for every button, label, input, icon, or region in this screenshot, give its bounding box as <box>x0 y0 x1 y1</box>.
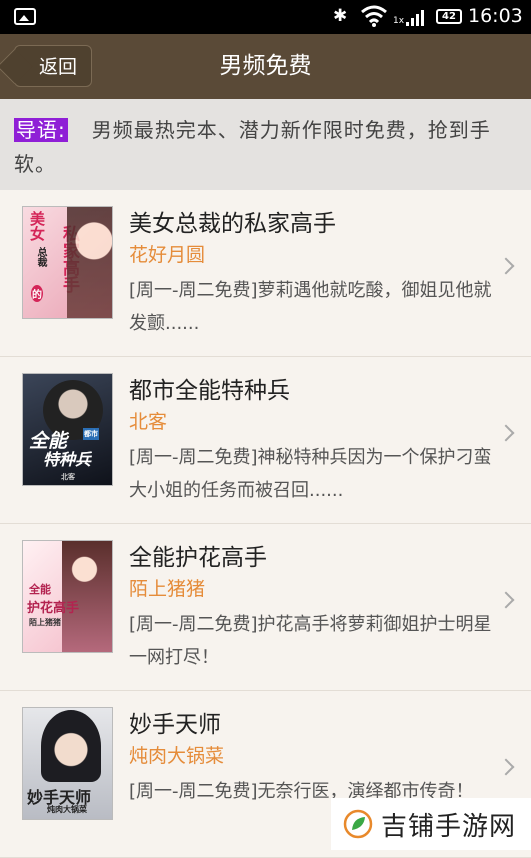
cover-title-2: 总裁 <box>35 247 46 267</box>
book-cover: 美女 总裁 的 私家高手 <box>22 206 113 319</box>
watermark: 吉铺手游网 <box>331 798 531 850</box>
book-item[interactable]: 全能 护花高手 陌上猪猪 全能护花高手 陌上猪猪 [周一-周二免费]护花高手将萝… <box>0 524 531 691</box>
status-bar: ✱ 1x 42 16:03 <box>0 0 531 34</box>
back-button[interactable]: 返回 <box>14 45 92 87</box>
chevron-right-icon <box>497 591 515 609</box>
book-description: [周一-周二免费]萝莉遇他就吃酸，御姐见他就发颤...... <box>129 280 492 334</box>
cover-title-3: 都市 <box>83 428 99 440</box>
cover-title-4: 北客 <box>61 472 75 481</box>
intro-text: 男频最热完本、潜力新作限时免费，抢到手软。 <box>14 118 491 176</box>
cover-title-2: 护花高手 <box>27 601 80 616</box>
book-title: 美女总裁的私家高手 <box>129 211 336 237</box>
cover-title-3: 的 <box>31 285 43 302</box>
book-author: 陌上猪猪 <box>129 578 206 600</box>
book-title: 全能护花高手 <box>129 545 267 571</box>
book-list: 美女 总裁 的 私家高手 美女总裁的私家高手 花好月圆 [周一-周二免费]萝莉遇… <box>0 190 531 858</box>
title-bar: 返回 男频免费 <box>0 34 531 99</box>
cover-title-1: 全能 <box>29 583 51 596</box>
signal-icon: 1x <box>393 8 425 26</box>
battery-icon: 42 <box>436 9 462 24</box>
book-author: 炖肉大锅菜 <box>129 745 225 767</box>
book-title: 都市全能特种兵 <box>129 378 290 404</box>
cover-title-3: 陌上猪猪 <box>29 617 61 627</box>
cover-title-2: 炖肉大锅菜 <box>47 804 87 814</box>
chevron-right-icon <box>497 257 515 275</box>
back-label: 返回 <box>38 56 77 78</box>
clock: 16:03 <box>468 5 523 27</box>
book-description: [周一-周二免费]护花高手将萝莉御姐护士明星一网打尽！ <box>129 614 492 668</box>
cover-title-2: 特种兵 <box>43 450 92 469</box>
book-description: [周一-周二免费]神秘特种兵因为一个保护刁蛮大小姐的任务而被召回...... <box>129 447 492 501</box>
bluetooth-icon: ✱ <box>333 6 348 26</box>
watermark-text: 吉铺手游网 <box>381 811 517 842</box>
book-cover: 全能 特种兵 都市 北客 <box>22 373 113 486</box>
book-item[interactable]: 全能 特种兵 都市 北客 都市全能特种兵 北客 [周一-周二免费]神秘特种兵因为… <box>0 357 531 524</box>
cover-art <box>67 207 112 318</box>
cover-title-1: 美女 <box>28 211 46 241</box>
intro-banner: 导语: 男频最热完本、潜力新作限时免费，抢到手软。 <box>0 99 531 190</box>
image-notification-icon <box>14 8 36 25</box>
book-cover: 妙手天师 炖肉大锅菜 <box>22 707 113 820</box>
wifi-icon <box>361 5 387 27</box>
cover-art <box>41 710 101 782</box>
book-item[interactable]: 美女 总裁 的 私家高手 美女总裁的私家高手 花好月圆 [周一-周二免费]萝莉遇… <box>0 190 531 357</box>
intro-tag: 导语: <box>14 118 68 142</box>
chevron-right-icon <box>497 424 515 442</box>
book-title: 妙手天师 <box>129 712 221 738</box>
book-author: 北客 <box>129 411 168 433</box>
book-author: 花好月圆 <box>129 244 206 266</box>
chevron-right-icon <box>497 758 515 776</box>
leaf-logo-icon <box>343 809 373 839</box>
network-type: 1x <box>393 16 405 26</box>
book-cover: 全能 护花高手 陌上猪猪 <box>22 540 113 653</box>
